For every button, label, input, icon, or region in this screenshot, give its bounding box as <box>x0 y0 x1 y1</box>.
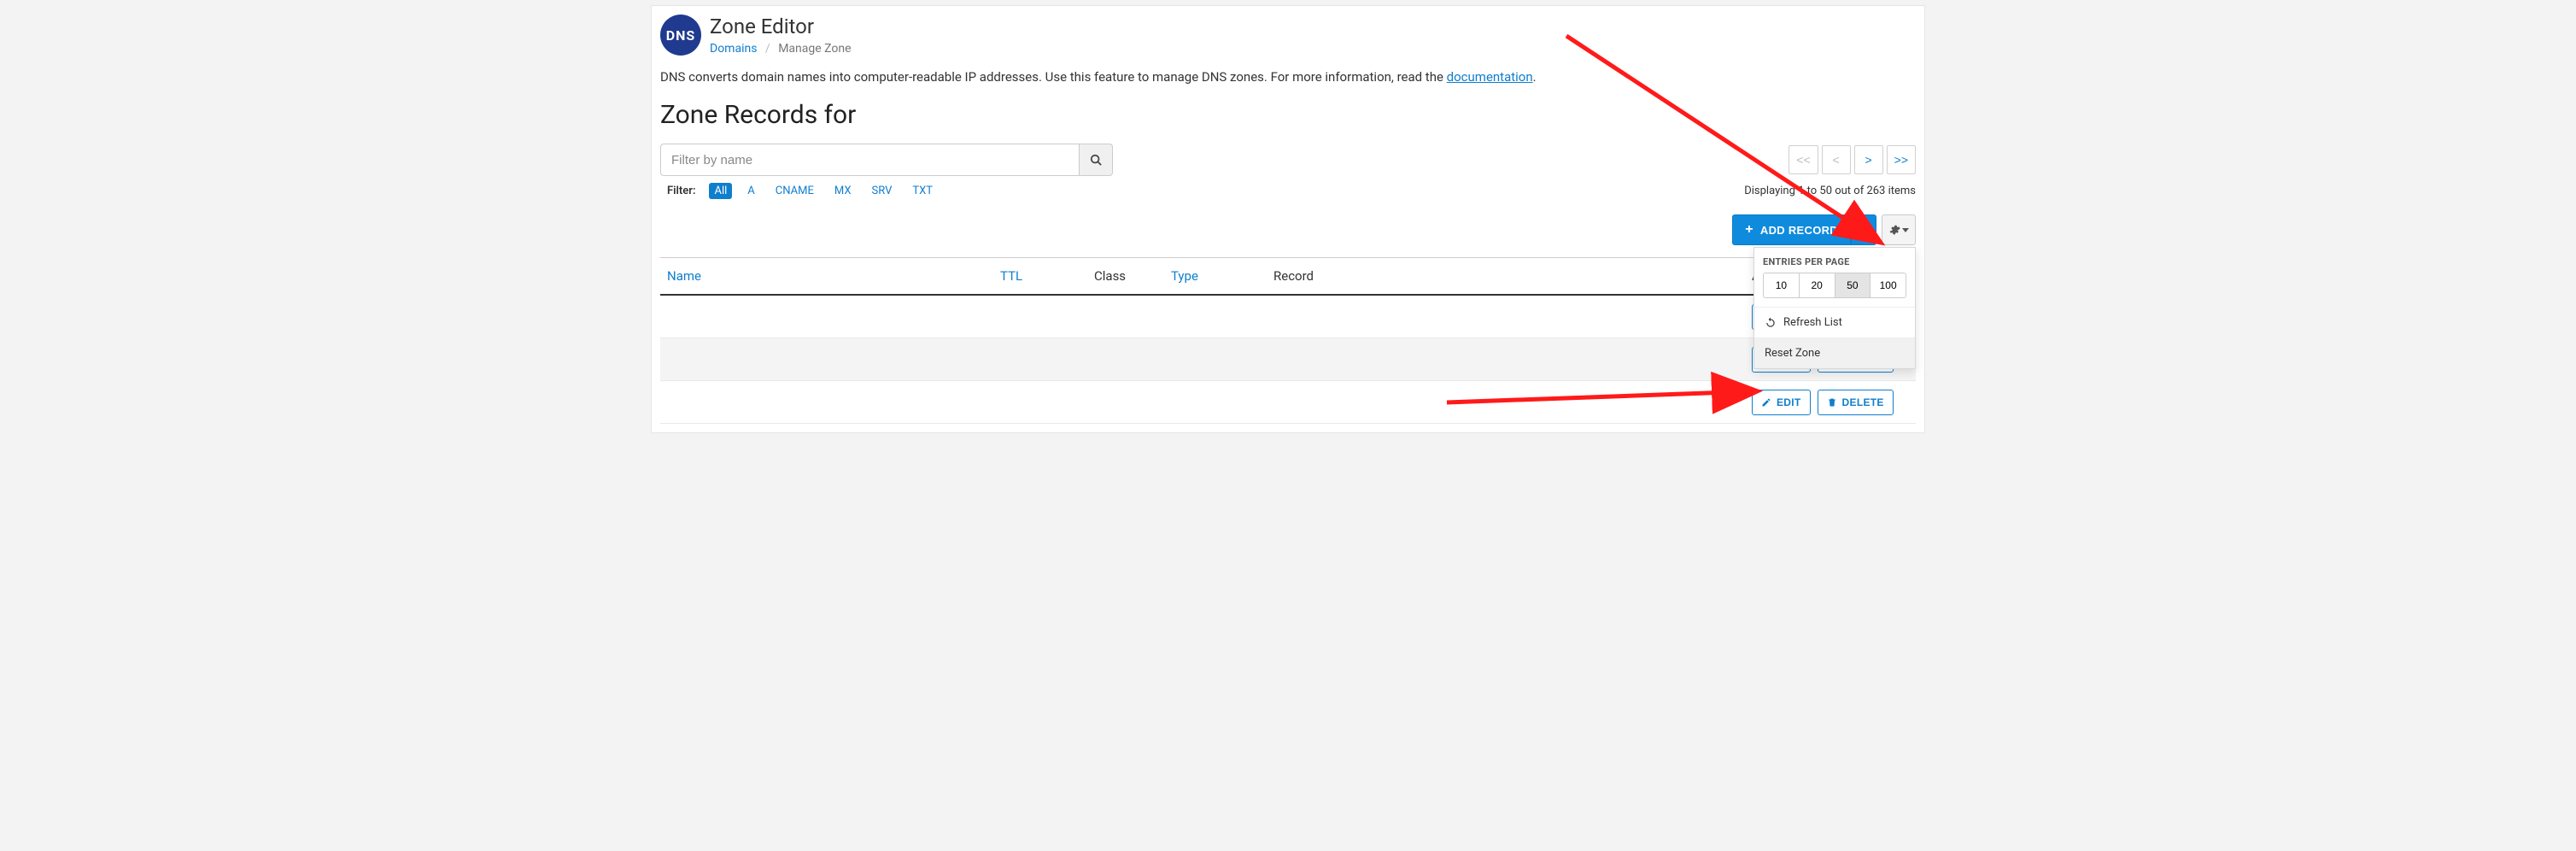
pager-prev-button[interactable]: < <box>1822 145 1851 174</box>
delete-button[interactable]: DELETE <box>1818 390 1894 415</box>
filter-chip-mx[interactable]: MX <box>829 183 857 199</box>
search-group <box>660 144 1113 176</box>
entries-per-page-label: ENTRIES PER PAGE <box>1754 248 1915 273</box>
filter-input[interactable] <box>660 144 1079 176</box>
pager-first-button[interactable]: << <box>1789 145 1818 174</box>
col-header-record: Record <box>1267 258 1745 294</box>
table-row: EDIT DELETE <box>660 296 1916 338</box>
caret-down-icon <box>1902 228 1909 232</box>
pencil-icon <box>1761 397 1771 408</box>
breadcrumb-domains-link[interactable]: Domains <box>710 42 757 56</box>
entries-option-20[interactable]: 20 <box>1800 273 1835 298</box>
pager: << < > >> <box>1789 145 1916 174</box>
entries-per-page-group: 10 20 50 100 <box>1754 273 1915 307</box>
reset-zone-label: Reset Zone <box>1765 347 1820 360</box>
description-text: DNS converts domain names into computer-… <box>652 56 1924 85</box>
edit-button[interactable]: EDIT <box>1752 390 1811 415</box>
col-header-ttl[interactable]: TTL <box>993 258 1087 294</box>
page-header: DNS Zone Editor Domains / Manage Zone <box>652 9 1924 56</box>
plus-icon: + <box>1745 223 1753 237</box>
filter-chip-txt[interactable]: TXT <box>907 183 938 199</box>
col-header-name[interactable]: Name <box>660 258 993 294</box>
description-suffix: . <box>1533 69 1537 85</box>
add-record-dropdown-button[interactable] <box>1851 214 1876 245</box>
breadcrumb-current: Manage Zone <box>778 42 851 56</box>
gear-icon <box>1888 224 1900 236</box>
page-title: Zone Editor <box>710 15 852 38</box>
filter-chip-all[interactable]: All <box>709 183 732 199</box>
trash-icon <box>1827 397 1837 408</box>
dns-icon: DNS <box>660 15 701 56</box>
entries-option-50[interactable]: 50 <box>1835 273 1871 298</box>
breadcrumb: Domains / Manage Zone <box>710 42 852 56</box>
filter-label: Filter: <box>667 185 695 197</box>
delete-label: DELETE <box>1842 396 1884 408</box>
cell-ttl <box>993 353 1087 367</box>
table-row: EDIT DELETE <box>660 338 1916 381</box>
col-header-class: Class <box>1087 258 1164 294</box>
reset-zone-item[interactable]: Reset Zone <box>1754 338 1915 368</box>
refresh-list-item[interactable]: Refresh List <box>1754 308 1915 337</box>
table-row: EDIT DELETE <box>660 381 1916 424</box>
filter-chip-a[interactable]: A <box>742 183 759 199</box>
display-count: Displaying 1 to 50 out of 263 items <box>1744 185 1916 197</box>
filter-chip-group: Filter: All A CNAME MX SRV TXT <box>667 183 938 199</box>
records-table: Name TTL Class Type Record Actions <box>652 245 1924 424</box>
zone-records-heading: Zone Records for <box>652 85 1924 135</box>
search-button[interactable] <box>1079 144 1113 176</box>
cell-ttl <box>993 396 1087 409</box>
filter-chip-cname[interactable]: CNAME <box>770 183 819 199</box>
cell-class <box>1087 310 1164 324</box>
cell-ttl <box>993 310 1087 324</box>
add-record-label: ADD RECORD <box>1760 224 1838 237</box>
add-record-button[interactable]: + ADD RECORD <box>1732 214 1851 245</box>
filter-chip-srv[interactable]: SRV <box>866 183 897 199</box>
add-record-group: + ADD RECORD <box>1732 214 1876 245</box>
documentation-link[interactable]: documentation <box>1447 69 1533 85</box>
cell-class <box>1087 396 1164 409</box>
refresh-list-label: Refresh List <box>1783 316 1842 329</box>
description-prefix: DNS converts domain names into computer-… <box>660 69 1447 85</box>
col-header-type[interactable]: Type <box>1164 258 1267 294</box>
cell-record <box>1267 353 1745 367</box>
caret-down-icon <box>1860 228 1867 232</box>
cell-record <box>1267 310 1745 324</box>
search-icon <box>1090 154 1102 166</box>
cell-name <box>660 396 993 409</box>
pager-next-button[interactable]: > <box>1854 145 1883 174</box>
cell-record <box>1267 396 1745 409</box>
table-settings-button[interactable] <box>1882 214 1916 245</box>
cell-class <box>1087 353 1164 367</box>
entries-option-100[interactable]: 100 <box>1871 273 1906 298</box>
cell-name <box>660 310 993 324</box>
table-header-row: Name TTL Class Type Record Actions <box>660 257 1916 296</box>
cell-type <box>1164 310 1267 324</box>
cell-type <box>1164 353 1267 367</box>
breadcrumb-separator: / <box>765 42 770 56</box>
entries-option-10[interactable]: 10 <box>1763 273 1800 298</box>
table-settings-menu: ENTRIES PER PAGE 10 20 50 100 Refresh Li… <box>1753 247 1916 369</box>
cell-name <box>660 353 993 367</box>
pager-last-button[interactable]: >> <box>1887 145 1916 174</box>
cell-actions: EDIT DELETE <box>1745 383 1916 422</box>
refresh-icon <box>1765 317 1777 329</box>
edit-label: EDIT <box>1777 396 1801 408</box>
cell-type <box>1164 396 1267 409</box>
